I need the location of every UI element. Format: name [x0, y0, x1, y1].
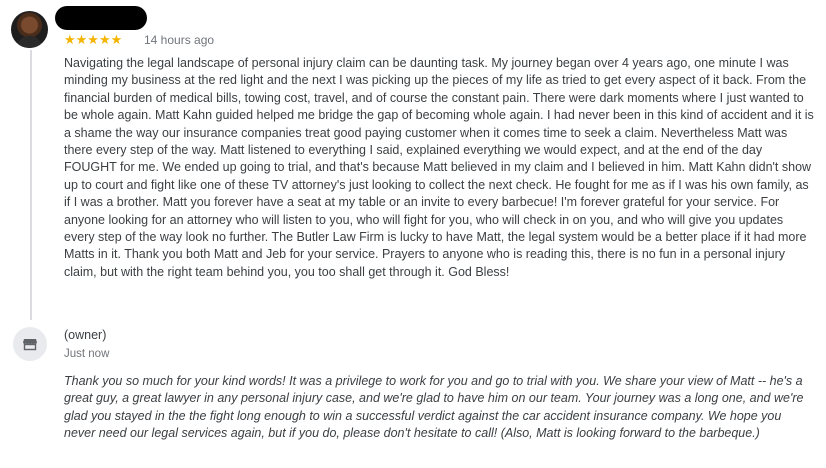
storefront-icon: [23, 339, 37, 351]
rating-stars: ★★★★★: [64, 32, 123, 47]
avatar-figure: [17, 36, 42, 48]
review-time: 14 hours ago: [144, 33, 215, 47]
owner-label: (owner): [64, 328, 107, 342]
reviewer-name-redacted: [55, 6, 147, 30]
reviewer-avatar[interactable]: [11, 11, 48, 48]
review-text: Navigating the legal landscape of person…: [64, 56, 814, 279]
owner-avatar: [13, 327, 47, 361]
thread-line: [30, 50, 32, 320]
owner-reply-text: Thank you so much for your kind words! I…: [64, 374, 804, 441]
owner-reply-time: Just now: [64, 348, 110, 360]
